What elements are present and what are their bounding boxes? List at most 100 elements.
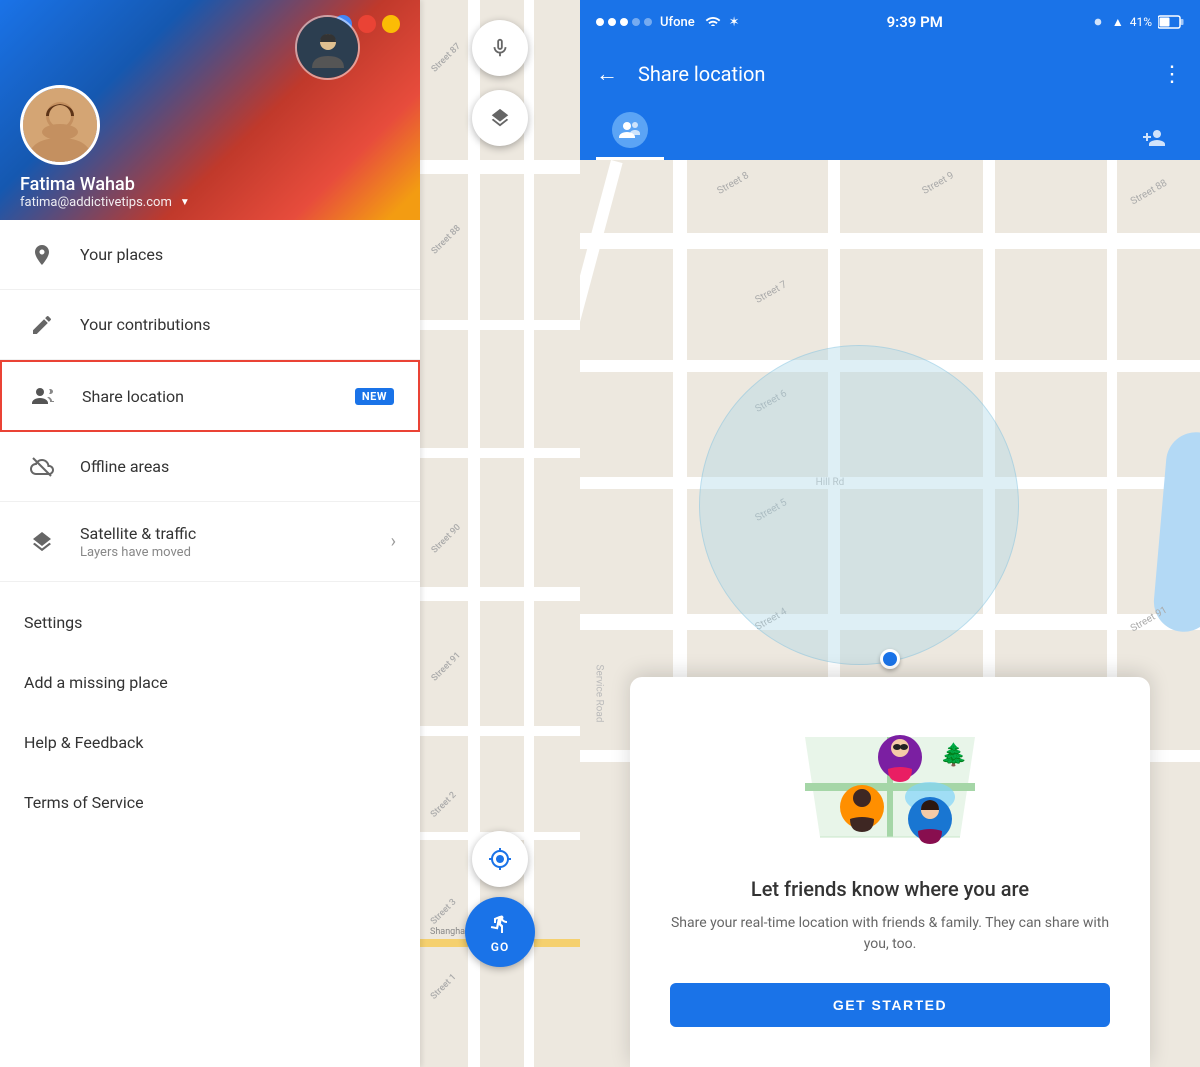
location-button[interactable] [472,831,528,887]
offline-areas-label: Offline areas [80,457,396,476]
satellite-title: Satellite & traffic [80,524,391,543]
sl-street8: Street 8 [716,170,751,197]
menu-item-offline-areas[interactable]: Offline areas [0,432,420,502]
sidebar-header: Fatima Wahab fatima@addictivetips.com ▼ [0,0,420,220]
go-button[interactable]: GO [465,897,535,967]
sl-serviceroad: Service Road [593,664,604,722]
share-location-illustration: 🌲 [790,707,990,857]
street-label-91: Street 91 [430,650,463,683]
share-location-label: Share location [82,387,355,406]
dot-yellow [382,15,400,33]
card-illustration: 🌲 [790,707,990,857]
menu-simple-add-place[interactable]: Add a missing place [0,652,420,712]
street-label-90: Street 90 [430,522,463,555]
your-contributions-label: Your contributions [80,315,396,334]
chevron-right-icon: › [391,531,396,552]
avatar-main [20,85,100,165]
card-title: Let friends know where you are [670,877,1110,901]
tab-active[interactable] [596,100,664,160]
street-label-87: Street 87 [430,42,463,75]
map-road-h5 [420,726,580,736]
map-road-h2 [420,320,580,330]
layers-icon [24,524,60,560]
sidebar: Fatima Wahab fatima@addictivetips.com ▼ … [0,0,420,1067]
bottom-card: 🌲 [630,677,1150,1067]
menu-item-your-places[interactable]: Your places [0,220,420,290]
street-label-3: Street 3 [429,897,458,926]
settings-label: Settings [24,613,82,632]
location-circle [699,345,1019,665]
back-button[interactable]: ← [596,61,618,87]
user-email: fatima@addictivetips.com [20,195,172,210]
map-strip: Street 87 Street 88 Street 90 Street 91 … [420,0,580,1067]
card-description: Share your real-time location with frien… [670,913,1110,955]
wifi-icon [705,14,721,30]
go-arrow-icon [488,910,512,940]
map-road-h1 [420,160,580,174]
tab-avatar [612,112,648,148]
sidebar-bottom: Settings Add a missing place Help & Feed… [0,582,420,1067]
new-badge: NEW [355,388,394,405]
avatar-secondary-inner [297,17,358,78]
help-feedback-label: Help & Feedback [24,733,144,752]
get-started-button[interactable]: GET STARTED [670,983,1110,1027]
app-title: Share location [638,62,1141,86]
menu-item-share-location[interactable]: Share location NEW [0,360,420,432]
signal-dot-5 [644,18,652,26]
menu-simple-help[interactable]: Help & Feedback [0,712,420,772]
battery-icon [1158,15,1184,29]
status-time: 9:39 PM [887,13,943,31]
arrow-icon: ▲ [1112,15,1124,29]
sl-street7: Street 7 [753,279,788,306]
carrier-label: Ufone [660,15,695,30]
menu-simple-terms[interactable]: Terms of Service [0,772,420,832]
layers-button[interactable] [472,90,528,146]
avatar-secondary [295,15,360,80]
sl-street9: Street 9 [921,170,956,197]
more-options-button[interactable]: ⋮ [1161,62,1184,87]
user-email-row: fatima@addictivetips.com ▼ [20,195,400,210]
go-label: GO [491,940,509,954]
signal-dot-1 [596,18,604,26]
share-location-icon [26,378,62,414]
street-label-1: Street 1 [429,972,458,1001]
street-label-88: Street 88 [430,223,463,256]
status-bar: Ufone ✶ 9:39 PM ▲ 41% [580,0,1200,44]
signal-dot-4 [632,18,640,26]
avatar-face [23,88,97,162]
your-places-label: Your places [80,245,396,264]
add-person-icon [1142,126,1168,148]
user-info: Fatima Wahab fatima@addictivetips.com ▼ [20,174,400,210]
map-road-h3 [420,448,580,458]
dropdown-arrow-icon[interactable]: ▼ [180,197,190,208]
menu-item-satellite-traffic[interactable]: Satellite & traffic Layers have moved › [0,502,420,582]
map-road-v2 [524,0,534,1067]
signal-dot-3 [620,18,628,26]
status-bar-left: Ufone ✶ [596,14,740,30]
status-bar-right: ▲ 41% [1090,15,1184,29]
tabs-bar [580,104,1200,160]
menu-simple-settings[interactable]: Settings [0,592,420,652]
mic-button[interactable] [472,20,528,76]
pin-icon [24,237,60,273]
dot-red [358,15,376,33]
add-missing-place-label: Add a missing place [24,673,168,692]
signal-dot-2 [608,18,616,26]
user-name: Fatima Wahab [20,174,400,195]
sl-street88: Street 88 [1129,178,1169,208]
app-header: ← Share location ⋮ [580,44,1200,104]
map-area: Street 8 Street 9 Street 7 Street 6 Stre… [580,160,1200,1067]
battery-percent: 41% [1130,15,1152,29]
menu-item-your-contributions[interactable]: Your contributions [0,290,420,360]
svg-text:🌲: 🌲 [940,742,967,768]
contributions-icon [24,307,60,343]
location-status-icon [1090,15,1106,29]
satellite-sublabel: Layers have moved [80,545,391,560]
right-panel: Ufone ✶ 9:39 PM ▲ 41% ← Share location [580,0,1200,1067]
activity-icon: ✶ [729,15,740,30]
river-shape [1151,430,1200,634]
add-person-button[interactable] [1126,114,1184,160]
offline-icon [24,449,60,485]
street-label-2: Street 2 [429,791,458,820]
satellite-menu-sub: Satellite & traffic Layers have moved [80,524,391,560]
